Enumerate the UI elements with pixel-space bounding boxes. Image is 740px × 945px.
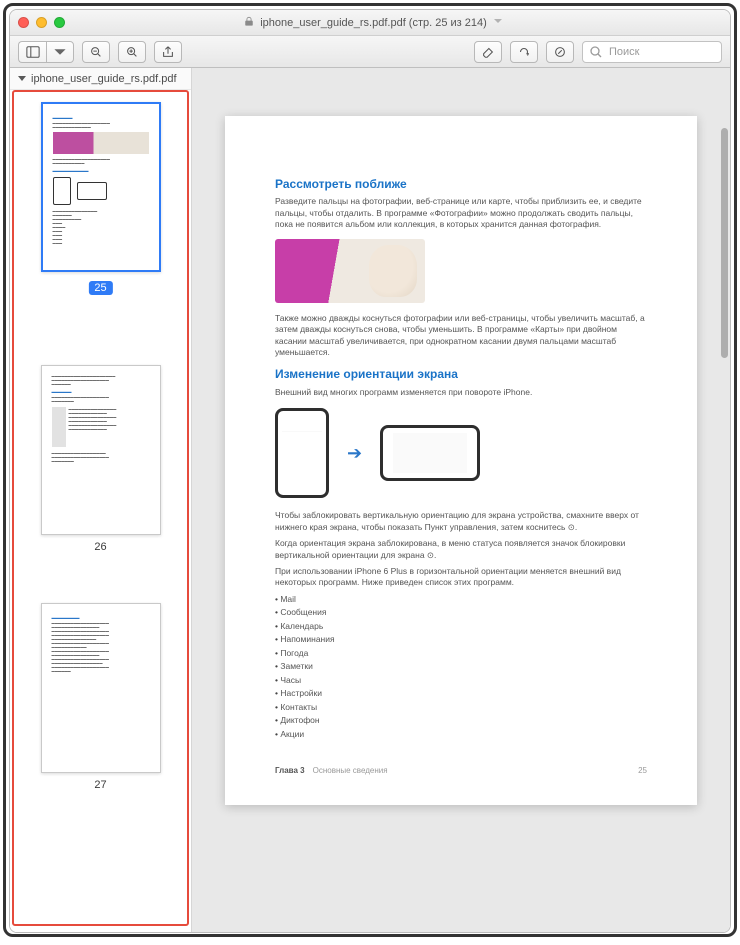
page-number-label-25: 25	[88, 281, 112, 295]
list-item: Диктофон	[275, 715, 647, 726]
arrow-right-icon: ➔	[347, 441, 362, 465]
page-number-label-27: 27	[16, 779, 185, 791]
list-item: Напоминания	[275, 634, 647, 645]
sidebar-file-header[interactable]: iphone_user_guide_rs.pdf.pdf	[10, 68, 191, 90]
page-number-label-26: 26	[16, 541, 185, 553]
heading-orientation: Изменение ориентации экрана	[275, 366, 647, 382]
page-thumbnail-26[interactable]: ▬▬▬▬▬▬▬▬▬▬▬▬▬▬▬▬▬▬▬▬▬▬▬▬▬▬▬▬▬▬▬▬▬▬▬▬▬▬▬▬…	[41, 365, 161, 535]
disclosure-triangle-icon	[18, 76, 26, 81]
zoom-window-button[interactable]	[54, 17, 65, 28]
rotate-icon	[517, 45, 531, 59]
search-field[interactable]: Поиск	[582, 41, 722, 63]
phone-landscape-icon	[380, 425, 480, 481]
page-thumbnail-27[interactable]: ▬▬▬▬▬▬▬ ▬▬▬▬▬▬▬▬▬▬▬▬▬▬▬▬▬▬▬▬▬▬▬▬▬▬▬▬▬▬▬▬…	[41, 603, 161, 773]
highlighter-icon	[481, 45, 495, 59]
footer-page-number: 25	[638, 766, 647, 777]
title-dropdown-icon[interactable]	[493, 16, 503, 29]
footer-section: Основные сведения	[313, 766, 388, 777]
share-icon	[161, 45, 175, 59]
para-orient-2: Чтобы заблокировать вертикальную ориента…	[275, 510, 647, 533]
zoom-out-icon	[89, 45, 103, 59]
zoom-in-icon	[125, 45, 139, 59]
document-viewer[interactable]: ЯБЛЫК Рассмотреть поближе Разведите паль…	[192, 68, 730, 932]
zoom-in-button[interactable]	[118, 41, 146, 63]
window-titlebar: iphone_user_guide_rs.pdf.pdf (стр. 25 из…	[10, 10, 730, 36]
para-orient-3: Когда ориентация экрана заблокирована, в…	[275, 538, 647, 561]
orientation-illustration: ➔	[275, 408, 647, 498]
para-zoom-2: Также можно дважды коснуться фотографии …	[275, 313, 647, 359]
lock-icon	[244, 16, 254, 30]
highlight-button[interactable]	[474, 41, 502, 63]
window-title: iphone_user_guide_rs.pdf.pdf (стр. 25 из…	[260, 17, 487, 29]
markup-icon	[553, 45, 567, 59]
markup-button[interactable]	[546, 41, 574, 63]
rotate-button[interactable]	[510, 41, 538, 63]
share-button[interactable]	[154, 41, 182, 63]
sidebar-icon	[26, 45, 40, 59]
list-item: Погода	[275, 648, 647, 659]
heading-zoom: Рассмотреть поближе	[275, 176, 647, 192]
list-item: Сообщения	[275, 607, 647, 618]
sidebar-mode-dropdown[interactable]	[46, 41, 74, 63]
footer-chapter: Глава 3	[275, 766, 305, 777]
sidebar-filename: iphone_user_guide_rs.pdf.pdf	[31, 73, 177, 85]
search-placeholder: Поиск	[609, 46, 639, 58]
list-item: Акции	[275, 729, 647, 740]
app-list: Mail Сообщения Календарь Напоминания Пог…	[275, 594, 647, 740]
pinch-zoom-illustration	[275, 239, 425, 303]
list-item: Контакты	[275, 702, 647, 713]
page-content-25: Рассмотреть поближе Разведите пальцы на …	[225, 116, 697, 805]
minimize-window-button[interactable]	[36, 17, 47, 28]
list-item: Mail	[275, 594, 647, 605]
para-zoom-1: Разведите пальцы на фотографии, веб-стра…	[275, 196, 647, 230]
sidebar-toggle-button[interactable]	[18, 41, 46, 63]
para-orient-4: При использовании iPhone 6 Plus в горизо…	[275, 566, 647, 589]
vertical-scrollbar[interactable]	[721, 128, 728, 922]
chevron-down-icon	[53, 45, 67, 59]
list-item: Заметки	[275, 661, 647, 672]
list-item: Настройки	[275, 688, 647, 699]
list-item: Часы	[275, 675, 647, 686]
zoom-out-button[interactable]	[82, 41, 110, 63]
thumbnail-sidebar: iphone_user_guide_rs.pdf.pdf ▬▬▬▬▬ ▬▬▬▬▬…	[10, 68, 192, 932]
para-orient-1: Внешний вид многих программ изменяется п…	[275, 387, 647, 398]
list-item: Календарь	[275, 621, 647, 632]
close-window-button[interactable]	[18, 17, 29, 28]
phone-portrait-icon	[275, 408, 329, 498]
toolbar: Поиск	[10, 36, 730, 68]
search-icon	[589, 45, 603, 59]
page-thumbnail-25[interactable]: ▬▬▬▬▬ ▬▬▬▬▬▬▬▬▬▬▬▬▬▬▬▬▬▬▬▬▬▬▬▬▬▬▬▬▬▬ ▬▬▬…	[41, 102, 161, 272]
